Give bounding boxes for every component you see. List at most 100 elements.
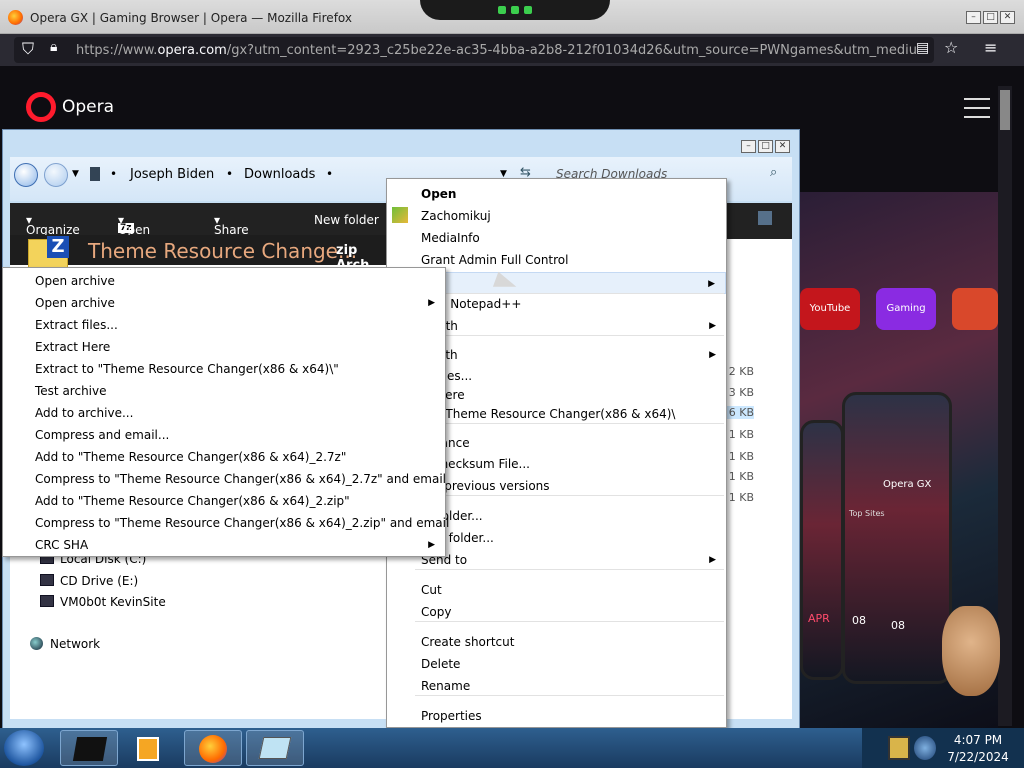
context-menu-item-label: Zachomikuj bbox=[421, 209, 491, 223]
7zip-menu-item[interactable]: Extract Here bbox=[3, 336, 445, 358]
submenu-arrow-icon: ▶ bbox=[709, 350, 716, 360]
top-sites-label: Top Sites bbox=[849, 509, 885, 518]
size-cell: 1 KB bbox=[728, 470, 754, 483]
taskbar-explorer-button[interactable] bbox=[60, 730, 118, 766]
7zip-menu-item-label: Add to archive... bbox=[35, 406, 134, 420]
context-menu-item[interactable]: MediaInfo bbox=[387, 227, 726, 249]
context-menu-item[interactable]: Rename bbox=[387, 675, 726, 697]
reader-view-icon[interactable]: ▤ bbox=[916, 40, 929, 56]
7zip-menu-item[interactable]: Compress to "Theme Resource Changer(x86 … bbox=[3, 468, 446, 490]
taskbar-firefox-button[interactable] bbox=[184, 730, 242, 766]
7zip-menu-item[interactable]: Compress and email... bbox=[3, 424, 445, 446]
close-button[interactable]: ✕ bbox=[1000, 11, 1015, 24]
breadcrumb-separator-icon: • bbox=[326, 167, 334, 181]
zachomikuj-icon bbox=[392, 207, 408, 223]
7zip-menu-item[interactable]: Open archive bbox=[3, 270, 445, 292]
context-menu-item-label: Cut bbox=[421, 583, 442, 597]
submenu-arrow-icon: ▶ bbox=[708, 279, 715, 289]
opera-logo-icon[interactable] bbox=[26, 92, 56, 122]
7zip-menu-item-label: Compress and email... bbox=[35, 428, 170, 442]
menu-separator bbox=[415, 621, 724, 622]
7zip-menu-item-label: CRC SHA bbox=[35, 538, 89, 552]
explorer-close-button[interactable]: ✕ bbox=[775, 140, 790, 153]
notepad-icon bbox=[258, 737, 292, 759]
7zip-menu-item[interactable]: Add to "Theme Resource Changer(x86 & x64… bbox=[3, 446, 445, 468]
7zip-menu-item[interactable]: Extract to "Theme Resource Changer(x86 &… bbox=[3, 358, 445, 380]
context-menu-item-label: Rename bbox=[421, 679, 471, 693]
clock-date[interactable]: 7/22/2024 bbox=[942, 750, 1014, 764]
context-menu-item-label: Properties bbox=[421, 709, 482, 723]
context-menu-item[interactable]: Delete bbox=[387, 653, 726, 675]
menu-separator bbox=[415, 495, 724, 496]
menu-icon[interactable]: ≡ bbox=[984, 38, 997, 57]
size-cell: 1 KB bbox=[728, 428, 754, 441]
context-menu-item[interactable]: Create shortcut bbox=[387, 631, 726, 653]
7zip-menu-item[interactable]: Add to archive... bbox=[3, 402, 445, 424]
url-text[interactable]: https://www.opera.com/gx?utm_content=292… bbox=[76, 43, 916, 58]
explorer-minimize-button[interactable]: – bbox=[741, 140, 756, 153]
new-folder-button[interactable]: New folder bbox=[314, 213, 379, 227]
context-menu-item[interactable]: Copy bbox=[387, 601, 726, 623]
7zip-menu-item-label: Open archive bbox=[35, 296, 115, 310]
menu-separator bbox=[415, 335, 724, 336]
bookmark-star-icon[interactable]: ☆ bbox=[944, 38, 958, 57]
share-with-button[interactable]: Share with ▾ bbox=[214, 213, 249, 251]
explorer-maximize-button[interactable]: □ bbox=[758, 140, 773, 153]
context-menu-item-label: t to Theme Resource Changer(x86 & x64)\ bbox=[421, 407, 676, 421]
shield-icon[interactable]: ⛉ bbox=[22, 39, 34, 59]
hamster-icon bbox=[942, 606, 1000, 696]
forward-button[interactable] bbox=[44, 163, 68, 187]
7zip-menu-item-label: Add to "Theme Resource Changer(x86 & x64… bbox=[35, 450, 347, 464]
minimize-button[interactable]: – bbox=[966, 11, 981, 24]
7zip-menu-item-label: Add to "Theme Resource Changer(x86 & x64… bbox=[35, 494, 350, 508]
open-button[interactable]: 7z Open ▾ bbox=[118, 213, 150, 237]
lock-icon[interactable]: 🔒︎ bbox=[50, 39, 57, 55]
taskbar-media-button[interactable] bbox=[122, 730, 180, 766]
youtube-tile: YouTube bbox=[800, 288, 860, 330]
taskbar: 4:07 PM 7/22/2024 bbox=[0, 728, 1024, 768]
breadcrumb-user[interactable]: Joseph Biden bbox=[130, 167, 214, 182]
breadcrumb-separator-icon: • bbox=[226, 167, 234, 181]
tree-item-network[interactable]: Network bbox=[50, 637, 100, 651]
7zip-menu-item[interactable]: Compress to "Theme Resource Changer(x86 … bbox=[3, 512, 449, 534]
preview-banner: Theme Resource Change... zip Arch bbox=[10, 235, 390, 273]
7zip-menu-item[interactable]: Open archive ▶ bbox=[3, 292, 445, 314]
organize-button[interactable]: Organize ▾ bbox=[26, 213, 80, 237]
context-menu-item[interactable]: Properties bbox=[387, 705, 726, 727]
context-menu-item[interactable]: Zachomikuj bbox=[387, 205, 726, 227]
hamburger-menu-icon[interactable] bbox=[964, 98, 990, 125]
size-cell-selected: 6 KB bbox=[726, 406, 754, 419]
tray-app-icon[interactable] bbox=[888, 736, 910, 760]
page-scrollbar[interactable] bbox=[998, 86, 1012, 726]
opera-logo-text[interactable]: Opera bbox=[62, 97, 114, 117]
7zip-menu-item[interactable]: Test archive bbox=[3, 380, 445, 402]
breadcrumb-downloads[interactable]: Downloads bbox=[244, 167, 315, 182]
url-bar[interactable]: ⛉ 🔒︎ https://www.opera.com/gx?utm_conten… bbox=[14, 37, 934, 63]
7zip-menu-item-label: Extract files... bbox=[35, 318, 118, 332]
help-icon[interactable] bbox=[758, 211, 772, 225]
tree-item-vm-site[interactable]: VM0b0t KevinSite bbox=[60, 595, 166, 609]
size-cell: 3 KB bbox=[728, 386, 754, 399]
menu-separator bbox=[415, 695, 724, 696]
scrollbar-thumb[interactable] bbox=[1000, 90, 1010, 130]
start-button[interactable] bbox=[4, 730, 44, 766]
maximize-button[interactable]: □ bbox=[983, 11, 998, 24]
context-menu-item-label: MediaInfo bbox=[421, 231, 480, 245]
taskbar-notepad-button[interactable] bbox=[246, 730, 304, 766]
7zip-menu-item[interactable]: CRC SHA ▶ bbox=[3, 534, 445, 556]
search-icon[interactable]: ⌕ bbox=[770, 165, 777, 180]
back-button[interactable] bbox=[14, 163, 38, 187]
tree-item-cd-drive[interactable]: CD Drive (E:) bbox=[60, 574, 138, 588]
7zip-menu-item[interactable]: Add to "Theme Resource Changer(x86 & x64… bbox=[3, 490, 445, 512]
context-menu-item[interactable]: Cut bbox=[387, 579, 726, 601]
cd-drive-icon bbox=[40, 574, 54, 586]
tray-network-icon[interactable] bbox=[914, 736, 936, 760]
7zip-menu-item[interactable]: Extract files... bbox=[3, 314, 445, 336]
chevron-down-icon[interactable]: ▼ bbox=[72, 169, 79, 179]
clock-time[interactable]: 4:07 PM bbox=[942, 733, 1014, 747]
context-menu-item[interactable]: Open bbox=[387, 183, 726, 205]
7zip-menu-item-label: Compress to "Theme Resource Changer(x86 … bbox=[35, 472, 446, 486]
7zip-menu-item-label: Extract to "Theme Resource Changer(x86 &… bbox=[35, 362, 339, 376]
window-title: Opera GX | Gaming Browser | Opera — Mozi… bbox=[30, 11, 352, 25]
media-player-icon bbox=[137, 737, 159, 761]
